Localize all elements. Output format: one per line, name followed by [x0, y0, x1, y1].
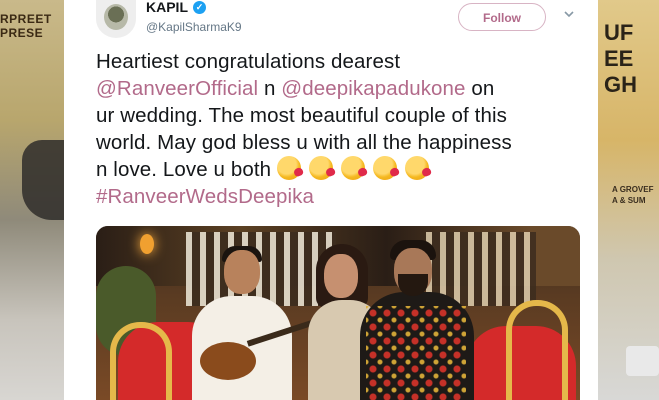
poster-left-figure [22, 140, 64, 220]
face-blowing-kiss-icon [372, 156, 397, 180]
hashtag-link[interactable]: #RanveerWedsDeepika [96, 185, 314, 208]
face-blowing-kiss-icon [404, 156, 429, 180]
photo-guitar [200, 342, 256, 380]
tweet-line: @RanveerOfficial n @deepikapadukone on [96, 75, 586, 102]
poster-right-text: UF EE GH [604, 20, 637, 97]
tweet-text: Heartiest congratulations dearest @Ranve… [96, 48, 586, 210]
tweet-text-fragment: n [258, 77, 282, 100]
poster-left-text: RPREET PRESE [0, 12, 52, 40]
mention-link[interactable]: @deepikapadukone [281, 77, 465, 100]
tweet-text-fragment: on [465, 77, 495, 100]
author-name-row: KAPIL ✓ [146, 0, 206, 15]
photo-person-head [224, 250, 260, 294]
face-blowing-kiss-icon [308, 156, 333, 180]
tweet-line: #RanveerWedsDeepika [96, 183, 586, 210]
poster-right-subtext: A GROVEF A & SUM [612, 185, 654, 205]
tweet-line: world. May god bless u with all the happ… [96, 131, 512, 154]
tweet-line: n love. Love u both [96, 156, 586, 183]
tweet-line: ur wedding. The most beautiful couple of… [96, 104, 507, 127]
display-name[interactable]: KAPIL [146, 0, 188, 15]
photo-sofa-frame [506, 300, 568, 400]
photo-lamp [140, 234, 154, 254]
photo-person-head [324, 254, 358, 298]
user-handle[interactable]: @KapilSharmaK9 [146, 20, 242, 34]
avatar-image [104, 4, 128, 30]
tweet-text-fragment: n love. Love u both [96, 158, 277, 181]
photo-window [186, 232, 336, 306]
tweet-photo[interactable] [96, 226, 580, 400]
photo-sofa-frame [110, 322, 172, 400]
follow-button[interactable]: Follow [458, 3, 546, 31]
face-blowing-kiss-icon [340, 156, 365, 180]
face-blowing-kiss-icon [276, 156, 301, 180]
background-panel [626, 346, 659, 376]
emoji-group [276, 156, 437, 181]
verified-badge-icon: ✓ [193, 0, 206, 14]
photo-shirt-pattern [366, 306, 466, 400]
avatar[interactable] [96, 0, 136, 38]
chevron-down-icon[interactable] [563, 8, 575, 20]
mention-link[interactable]: @RanveerOfficial [96, 77, 258, 100]
tweet-line: Heartiest congratulations dearest [96, 50, 401, 73]
